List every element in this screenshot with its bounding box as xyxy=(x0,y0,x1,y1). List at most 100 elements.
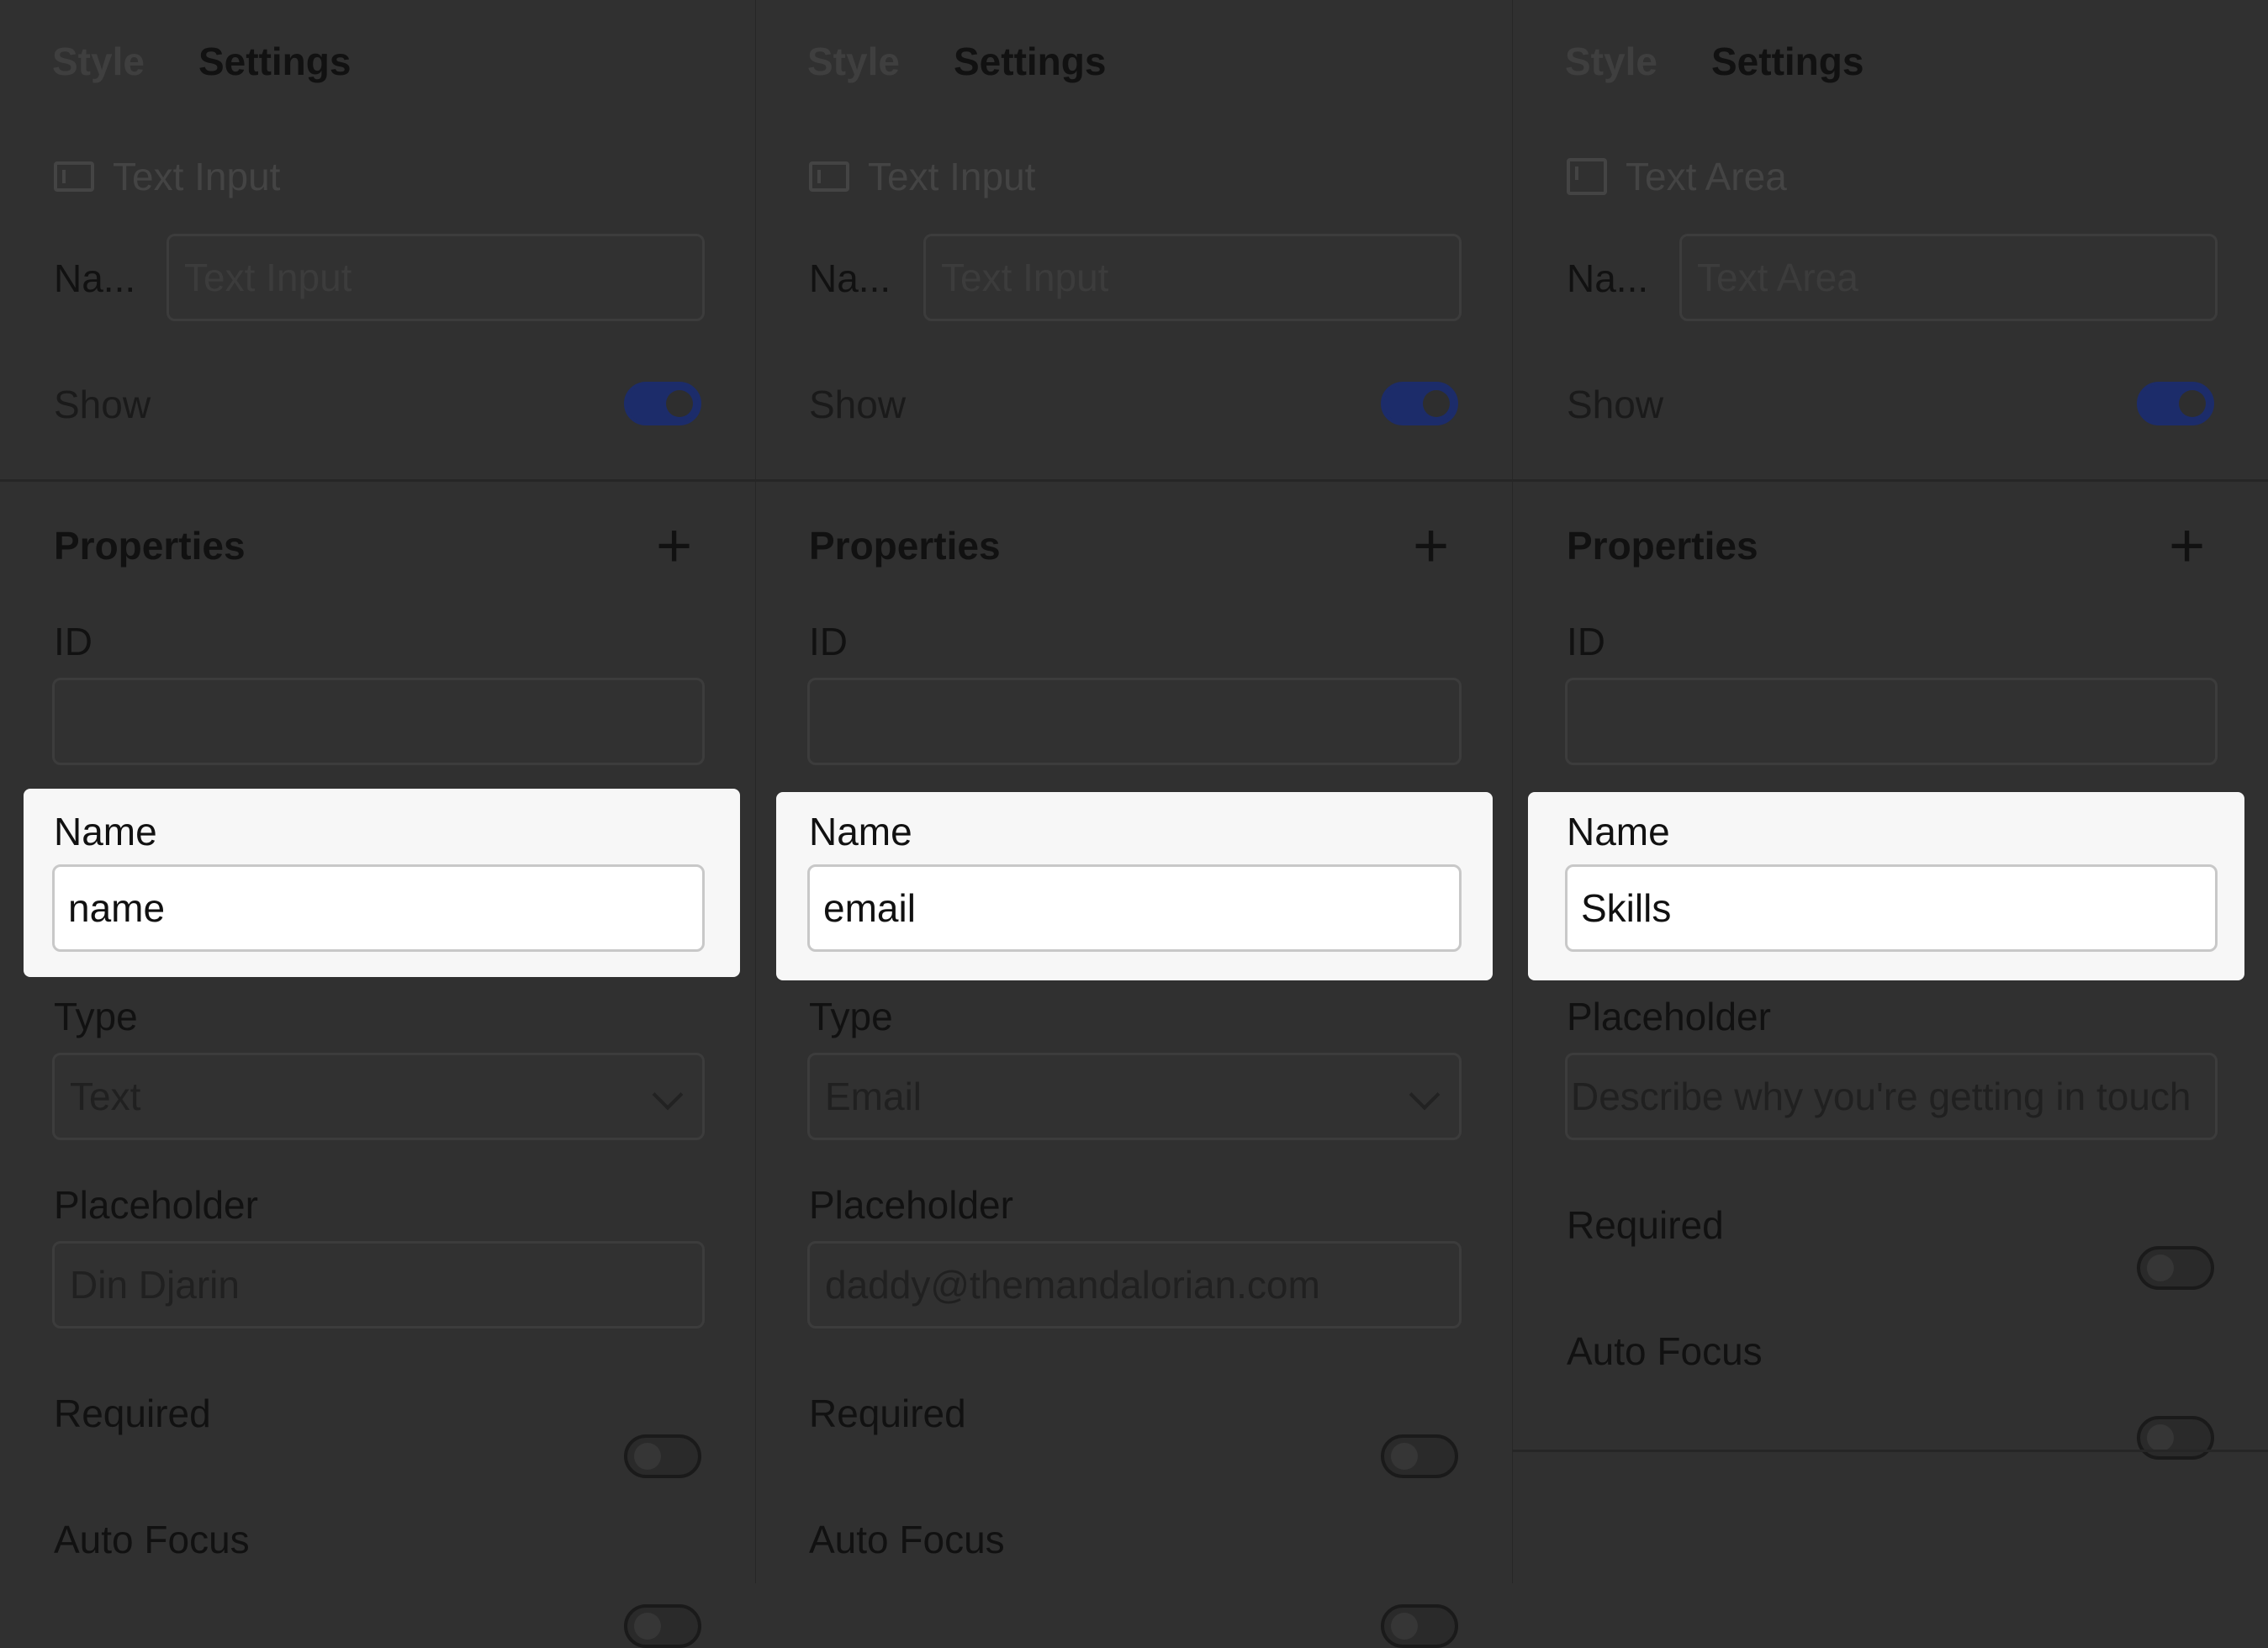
tab-style[interactable]: Style xyxy=(1565,39,1657,84)
text-input-icon xyxy=(54,161,94,192)
text-input-icon xyxy=(809,161,849,192)
element-name-field[interactable]: Text Area xyxy=(1679,234,2218,321)
autofocus-toggle[interactable] xyxy=(1381,1604,1458,1648)
element-name-field[interactable]: Text Input xyxy=(923,234,1462,321)
name-input[interactable]: name xyxy=(52,864,705,952)
name-highlight: Name name xyxy=(24,789,740,977)
type-label: Type xyxy=(809,995,893,1038)
show-toggle[interactable] xyxy=(624,382,701,425)
show-toggle[interactable] xyxy=(1381,382,1458,425)
placeholder-label: Placeholder xyxy=(1567,995,1771,1038)
type-value: Email xyxy=(825,1075,923,1118)
section-divider xyxy=(1513,1450,2268,1452)
section-divider xyxy=(1513,479,2268,482)
required-label: Required xyxy=(1567,1203,1724,1247)
name-highlight: Name Skills xyxy=(1528,792,2244,980)
required-label: Required xyxy=(54,1392,211,1435)
element-type-row: Text Input xyxy=(809,153,1035,200)
element-name-field[interactable]: Text Input xyxy=(167,234,705,321)
name-highlight: Name email xyxy=(776,792,1493,980)
settings-panel-3: Style Settings Text Area Na... Text Area… xyxy=(1513,0,2268,1583)
id-input[interactable] xyxy=(1565,678,2218,765)
settings-panel-2: Style Settings Text Input Na... Text Inp… xyxy=(756,0,1514,1648)
placeholder-input[interactable]: Describe why you're getting in touch xyxy=(1565,1053,2218,1140)
toggle-knob xyxy=(2147,1424,2174,1451)
name-short-label: Na... xyxy=(54,256,136,300)
type-select[interactable]: Text xyxy=(52,1053,705,1140)
tab-style[interactable]: Style xyxy=(52,39,145,84)
element-type-label: Text Input xyxy=(868,155,1036,198)
add-property-icon[interactable]: + xyxy=(656,515,692,577)
add-property-icon[interactable]: + xyxy=(2169,515,2205,577)
section-divider xyxy=(756,479,1512,482)
properties-heading: Properties xyxy=(1567,524,1758,568)
placeholder-input[interactable]: daddy@themandalorian.com xyxy=(807,1241,1462,1328)
toggle-knob xyxy=(2147,1254,2174,1281)
toggle-knob xyxy=(1423,390,1450,417)
placeholder-value: Describe why you're getting in touch xyxy=(1571,1075,2191,1118)
toggle-knob xyxy=(2179,390,2206,417)
element-name-value: Text Input xyxy=(184,256,352,299)
section-divider xyxy=(0,479,755,482)
tab-settings[interactable]: Settings xyxy=(954,39,1106,84)
name-input[interactable]: email xyxy=(807,864,1462,952)
settings-panel-1: Style Settings Text Input Na... Text Inp… xyxy=(0,0,757,1648)
name-label: Name xyxy=(1567,810,1670,853)
element-name-value: Text Area xyxy=(1697,256,1858,299)
tab-settings[interactable]: Settings xyxy=(198,39,351,84)
settings-comparison: Style Settings Text Input Na... Text Inp… xyxy=(0,0,2268,1648)
toggle-knob xyxy=(634,1443,661,1470)
id-label: ID xyxy=(809,620,848,663)
chevron-down-icon xyxy=(652,1079,684,1111)
placeholder-value: daddy@themandalorian.com xyxy=(825,1263,1320,1307)
toggle-knob xyxy=(634,1613,661,1640)
element-type-label: Text Input xyxy=(113,155,281,198)
show-toggle[interactable] xyxy=(2137,382,2214,425)
name-label: Name xyxy=(54,810,157,853)
chevron-down-icon xyxy=(1409,1079,1441,1111)
tab-settings[interactable]: Settings xyxy=(1711,39,1864,84)
toggle-knob xyxy=(666,390,693,417)
name-value: Skills xyxy=(1581,886,1672,930)
properties-heading: Properties xyxy=(54,524,246,568)
placeholder-label: Placeholder xyxy=(54,1183,258,1227)
element-type-row: Text Input xyxy=(54,153,280,200)
tab-style[interactable]: Style xyxy=(807,39,900,84)
id-label: ID xyxy=(1567,620,1605,663)
text-area-icon xyxy=(1567,158,1607,195)
placeholder-value: Din Djarin xyxy=(70,1263,240,1307)
show-label: Show xyxy=(54,383,151,426)
element-type-label: Text Area xyxy=(1626,155,1787,198)
toggle-knob xyxy=(1391,1443,1418,1470)
autofocus-label: Auto Focus xyxy=(1567,1329,1763,1373)
placeholder-label: Placeholder xyxy=(809,1183,1013,1227)
type-select[interactable]: Email xyxy=(807,1053,1462,1140)
required-label: Required xyxy=(809,1392,966,1435)
id-input[interactable] xyxy=(52,678,705,765)
show-label: Show xyxy=(809,383,907,426)
placeholder-input[interactable]: Din Djarin xyxy=(52,1241,705,1328)
autofocus-toggle[interactable] xyxy=(2137,1416,2214,1460)
name-input[interactable]: Skills xyxy=(1565,864,2218,952)
name-value: email xyxy=(823,886,916,930)
type-label: Type xyxy=(54,995,138,1038)
toggle-knob xyxy=(1391,1613,1418,1640)
required-toggle[interactable] xyxy=(1381,1434,1458,1478)
add-property-icon[interactable]: + xyxy=(1413,515,1449,577)
required-toggle[interactable] xyxy=(624,1434,701,1478)
autofocus-label: Auto Focus xyxy=(54,1518,250,1561)
name-short-label: Na... xyxy=(1567,256,1649,300)
properties-heading: Properties xyxy=(809,524,1001,568)
show-label: Show xyxy=(1567,383,1664,426)
element-name-value: Text Input xyxy=(941,256,1109,299)
required-toggle[interactable] xyxy=(2137,1246,2214,1290)
autofocus-toggle[interactable] xyxy=(624,1604,701,1648)
name-label: Name xyxy=(809,810,912,853)
autofocus-label: Auto Focus xyxy=(809,1518,1005,1561)
element-type-row: Text Area xyxy=(1567,153,1787,200)
id-label: ID xyxy=(54,620,93,663)
name-value: name xyxy=(68,886,166,930)
type-value: Text xyxy=(70,1075,141,1118)
name-short-label: Na... xyxy=(809,256,891,300)
id-input[interactable] xyxy=(807,678,1462,765)
